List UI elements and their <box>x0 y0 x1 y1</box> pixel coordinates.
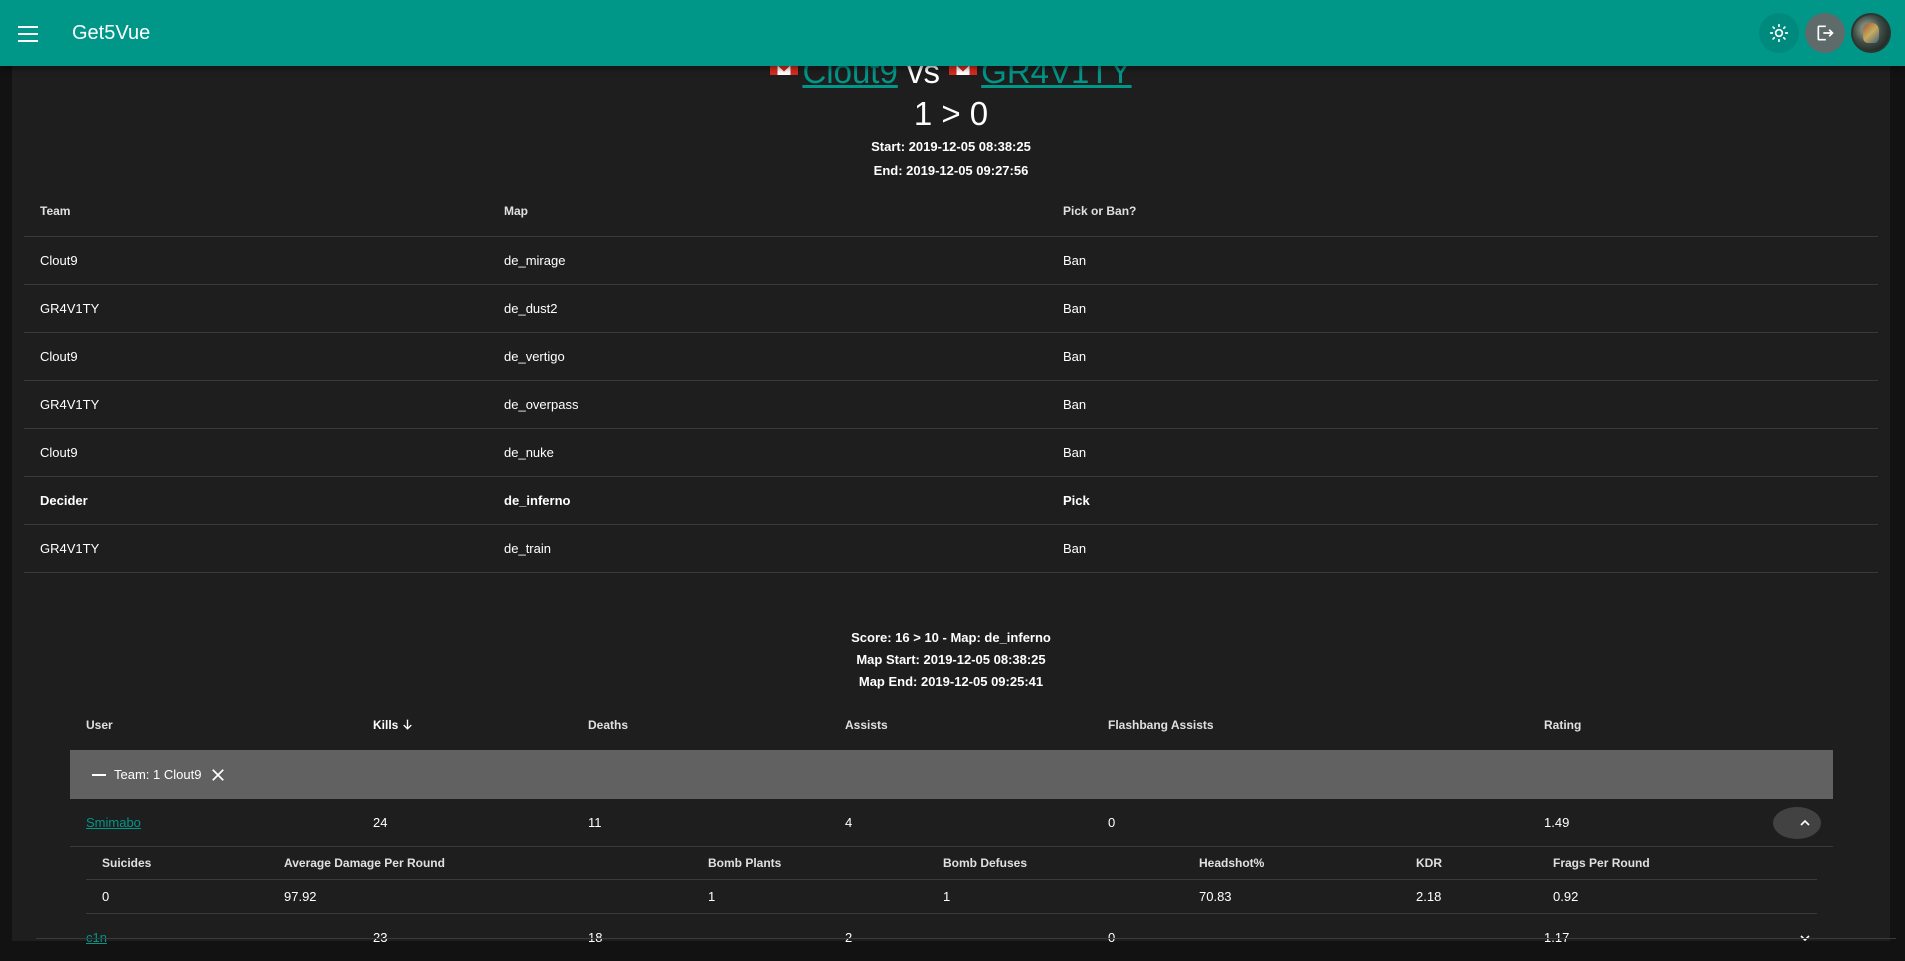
col-kills-label: Kills <box>373 718 399 732</box>
detail-col: Average Damage Per Round <box>284 856 445 870</box>
map-score: Score: 16 > 10 - Map: de_inferno <box>851 630 1051 645</box>
table-row: GR4V1TY de_dust2 Ban <box>24 284 1878 333</box>
brightness-icon <box>1769 23 1789 43</box>
col-user[interactable]: User <box>70 718 357 732</box>
veto-team: Clout9 <box>24 428 488 477</box>
veto-team: GR4V1TY <box>24 380 488 429</box>
player-deaths: 11 <box>588 815 602 830</box>
player-assists: 4 <box>845 815 853 830</box>
veto-action: Ban <box>1047 332 1878 381</box>
table-row-decider: Decider de_inferno Pick <box>24 476 1878 525</box>
match-start-time: Start: 2019-12-05 08:38:25 <box>871 139 1031 154</box>
veto-action: Ban <box>1047 380 1878 429</box>
veto-action: Ban <box>1047 428 1878 477</box>
veto-action: Pick <box>1047 476 1878 525</box>
veto-header-row: Team Map Pick or Ban? <box>24 186 1878 237</box>
detail-value: 70.83 <box>1199 889 1232 904</box>
app-title[interactable]: Get5Vue <box>72 22 150 45</box>
veto-map: de_train <box>488 524 1047 573</box>
player-detail-table: Suicides Average Damage Per Round Bomb P… <box>86 847 1817 914</box>
player-kills: 24 <box>373 815 388 830</box>
veto-table: Team Map Pick or Ban? Clout9 de_mirage B… <box>24 186 1878 573</box>
veto-action: Ban <box>1047 284 1878 333</box>
expand-row-button[interactable] <box>1773 807 1821 839</box>
player-link[interactable]: Smimabo <box>86 815 141 830</box>
detail-col: Bomb Defuses <box>943 856 1028 870</box>
player-stats-table: User Kills Deaths Assists Flashbang Assi… <box>70 700 1833 961</box>
divider <box>36 938 1896 939</box>
map-info: Score: 16 > 10 - Map: de_inferno Map Sta… <box>12 627 1890 693</box>
col-flashbang-assists[interactable]: Flashbang Assists <box>1092 718 1528 732</box>
map-start-time: Map Start: 2019-12-05 08:38:25 <box>856 652 1046 667</box>
col-rating[interactable]: Rating <box>1528 718 1833 732</box>
detail-value: 1 <box>708 889 716 904</box>
table-row: GR4V1TY de_overpass Ban <box>24 380 1878 429</box>
detail-col: KDR <box>1416 856 1442 870</box>
detail-col: Suicides <box>102 856 152 870</box>
logout-button[interactable] <box>1805 13 1845 53</box>
match-header: Clout9 vs GR4V1TY 1 > 0 Start: 2019-12-0… <box>12 52 1890 182</box>
veto-team: Clout9 <box>24 332 488 381</box>
veto-col-team[interactable]: Team <box>24 186 488 237</box>
veto-col-pick-ban[interactable]: Pick or Ban? <box>1047 186 1878 237</box>
table-row: Clout9 de_nuke Ban <box>24 428 1878 477</box>
arrow-down-icon <box>403 719 413 730</box>
col-kills[interactable]: Kills <box>357 718 572 732</box>
detail-value-row: 0 97.92 1 1 70.83 2.18 0.92 <box>86 880 1817 914</box>
detail-value: 97.92 <box>284 889 317 904</box>
app-bar: Get5Vue <box>0 0 1905 66</box>
detail-value: 0 <box>102 889 110 904</box>
theme-toggle-button[interactable] <box>1759 13 1799 53</box>
map-end-time: Map End: 2019-12-05 09:25:41 <box>858 674 1044 689</box>
table-row: GR4V1TY de_train Ban <box>24 524 1878 573</box>
detail-header-row: Suicides Average Damage Per Round Bomb P… <box>86 847 1817 880</box>
detail-value: 2.18 <box>1416 889 1442 904</box>
detail-col: Frags Per Round <box>1553 856 1650 870</box>
app-bar-actions <box>1759 13 1891 53</box>
veto-team: GR4V1TY <box>24 524 488 573</box>
stats-header-row: User Kills Deaths Assists Flashbang Assi… <box>70 700 1833 750</box>
veto-action: Ban <box>1047 236 1878 285</box>
avatar[interactable] <box>1851 13 1891 53</box>
veto-team: Decider <box>24 476 488 525</box>
player-flash-assists: 0 <box>1108 815 1116 830</box>
table-row: Clout9 de_vertigo Ban <box>24 332 1878 381</box>
col-assists[interactable]: Assists <box>829 718 1092 732</box>
detail-value: 1 <box>943 889 951 904</box>
veto-map: de_inferno <box>488 476 1047 525</box>
veto-map: de_mirage <box>488 236 1047 285</box>
veto-map: de_nuke <box>488 428 1047 477</box>
veto-col-map[interactable]: Map <box>488 186 1047 237</box>
veto-map: de_vertigo <box>488 332 1047 381</box>
collapse-group-icon[interactable] <box>92 773 106 776</box>
match-end-time: End: 2019-12-05 09:27:56 <box>873 163 1029 178</box>
table-row: Clout9 de_mirage Ban <box>24 236 1878 285</box>
detail-value: 0.92 <box>1553 889 1579 904</box>
logout-icon <box>1817 25 1834 41</box>
veto-map: de_overpass <box>488 380 1047 429</box>
close-icon[interactable] <box>209 766 227 784</box>
team-group-label: Team: 1 Clout9 <box>114 767 202 782</box>
veto-team: Clout9 <box>24 236 488 285</box>
table-row: Smimabo 24 11 4 0 1.49 <box>70 799 1833 847</box>
veto-map: de_dust2 <box>488 284 1047 333</box>
team-group-row[interactable]: Team: 1 Clout9 <box>70 750 1833 799</box>
veto-action: Ban <box>1047 524 1878 573</box>
series-score: 1 > 0 <box>913 95 989 132</box>
col-deaths[interactable]: Deaths <box>572 718 829 732</box>
menu-icon[interactable] <box>12 18 44 50</box>
detail-col: Bomb Plants <box>708 856 782 870</box>
veto-team: GR4V1TY <box>24 284 488 333</box>
chevron-up-icon <box>1800 819 1810 826</box>
detail-col: Headshot% <box>1199 856 1265 870</box>
